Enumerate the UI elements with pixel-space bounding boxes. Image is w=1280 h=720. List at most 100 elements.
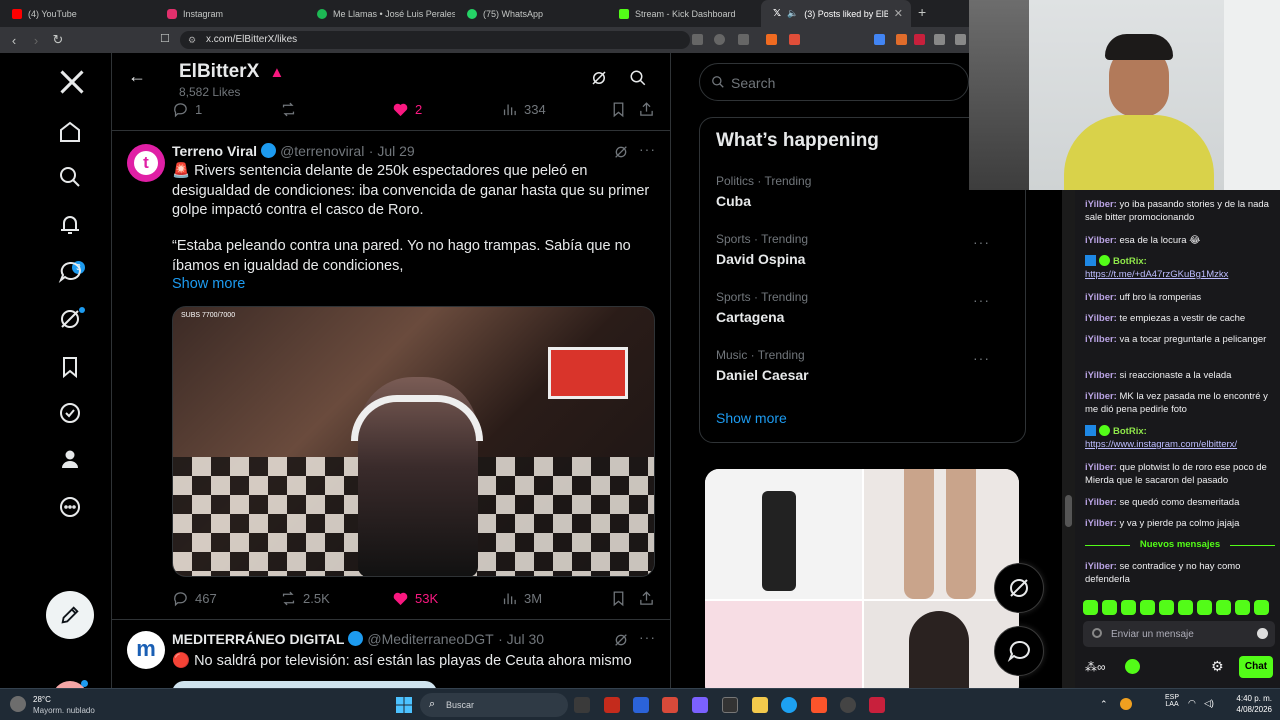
show-more-link[interactable]: Show more: [716, 410, 787, 426]
search-input[interactable]: Search: [699, 63, 969, 101]
emote-icon[interactable]: [1083, 600, 1098, 615]
views-button[interactable]: 3M: [501, 590, 542, 607]
close-tab-icon[interactable]: ✕: [894, 7, 911, 20]
brave-shield-icon[interactable]: [766, 34, 777, 45]
reply-button[interactable]: 467: [172, 590, 217, 607]
author-name[interactable]: Terreno Viral: [172, 143, 257, 159]
trend-item[interactable]: Music · Trending Daniel Caesar ···: [716, 348, 1006, 383]
tab-whatsapp[interactable]: (75) WhatsApp: [455, 0, 607, 27]
back-arrow-icon[interactable]: ←: [128, 66, 146, 87]
grok-floating-button[interactable]: [994, 563, 1044, 613]
post-button[interactable]: [46, 591, 94, 639]
tweet-image-preview[interactable]: [172, 681, 437, 688]
clock[interactable]: 4:40 p. m. 4/08/2026: [1228, 694, 1272, 714]
media-icon[interactable]: [955, 34, 966, 45]
emoji-icon[interactable]: [1257, 628, 1268, 639]
cast-icon[interactable]: [738, 34, 749, 45]
grok-icon[interactable]: [613, 632, 629, 648]
language-indicator[interactable]: ESP LAA: [1165, 694, 1179, 708]
copilot-icon[interactable]: [692, 697, 708, 713]
tray-app-icon[interactable]: [1120, 698, 1132, 710]
share-button[interactable]: [638, 101, 655, 118]
share-button[interactable]: [638, 590, 655, 607]
emote-icon[interactable]: [1235, 600, 1250, 615]
bookmark-button[interactable]: [610, 590, 627, 607]
tweet-date[interactable]: · Jul 30: [498, 631, 544, 647]
settings-gear-icon[interactable]: ⚙: [1211, 658, 1224, 675]
tweet-video[interactable]: SUBS 7700/7000: [172, 306, 655, 577]
search-icon[interactable]: [629, 69, 647, 87]
send-chat-button[interactable]: Chat: [1239, 656, 1273, 678]
forward-icon[interactable]: ›: [25, 33, 47, 48]
tab-kick[interactable]: Stream - Kick Dashboard: [607, 0, 759, 27]
more-options-icon[interactable]: ···: [973, 292, 990, 308]
scrollbar[interactable]: [1062, 190, 1075, 688]
url-input[interactable]: ⚙ x.com/ElBitterX/likes: [180, 31, 690, 49]
more-options-icon[interactable]: ···: [639, 629, 656, 645]
author-handle[interactable]: @MediterraneoDGT: [367, 631, 493, 647]
app-icon[interactable]: [662, 697, 678, 713]
repost-button[interactable]: 2.5K: [280, 590, 330, 607]
bookmarks-icon[interactable]: [58, 355, 82, 379]
verified-icon[interactable]: [58, 401, 82, 425]
trend-item[interactable]: Politics · Trending Cuba: [716, 174, 1006, 209]
taskbar-search[interactable]: ⌕ Buscar: [420, 693, 568, 717]
tray-chevron-icon[interactable]: ⌃: [1100, 699, 1108, 710]
new-tab-button[interactable]: +: [918, 4, 926, 20]
task-view-icon[interactable]: [574, 697, 590, 713]
trend-item[interactable]: Sports · Trending Cartagena ···: [716, 290, 1006, 325]
emote-icon[interactable]: [1254, 600, 1269, 615]
chat-message-input[interactable]: Enviar un mensaje: [1083, 621, 1275, 647]
bookmark-icon[interactable]: ☐: [160, 32, 170, 45]
tweet-date[interactable]: · Jul 29: [369, 143, 415, 159]
repost-button[interactable]: [280, 101, 297, 118]
author-avatar[interactable]: t: [127, 144, 165, 182]
emote-icon[interactable]: [1121, 600, 1136, 615]
profile-icon[interactable]: [58, 447, 82, 471]
power-app-icon[interactable]: [604, 697, 620, 713]
emote-icon[interactable]: [1140, 600, 1155, 615]
reload-icon[interactable]: ↻: [47, 32, 69, 48]
author-avatar[interactable]: m: [127, 631, 165, 669]
more-options-icon[interactable]: ···: [973, 350, 990, 366]
windows-start-icon[interactable]: [396, 697, 412, 713]
author-handle[interactable]: @terrenoviral: [280, 143, 364, 159]
chat-link[interactable]: https://www.instagram.com/elbitterx/: [1085, 439, 1237, 450]
edge-icon[interactable]: [781, 697, 797, 713]
search-icon[interactable]: [58, 165, 82, 189]
show-more-link[interactable]: Show more: [172, 276, 245, 292]
tab-spotify[interactable]: Me Llamas • José Luis Perales: [305, 0, 455, 27]
ad-image-grid[interactable]: [705, 469, 1019, 699]
translate-icon[interactable]: [692, 34, 703, 45]
volume-icon[interactable]: ◁): [1204, 698, 1214, 709]
app-icon[interactable]: [869, 697, 885, 713]
obs-icon[interactable]: [840, 697, 856, 713]
tab-instagram[interactable]: Instagram: [155, 0, 305, 27]
bookmark-button[interactable]: [610, 101, 627, 118]
like-button[interactable]: 2: [392, 101, 422, 118]
trend-item[interactable]: Sports · Trending David Ospina ···: [716, 232, 1006, 267]
brave-browser-icon[interactable]: [811, 697, 827, 713]
more-options-icon[interactable]: ···: [639, 141, 656, 157]
zoom-icon[interactable]: [714, 34, 725, 45]
home-icon[interactable]: [58, 120, 82, 144]
points-icon[interactable]: ⁂∞: [1085, 660, 1106, 674]
like-button[interactable]: 53K: [392, 590, 438, 607]
rewards-icon[interactable]: [789, 34, 800, 45]
new-messages-divider[interactable]: Nuevos mensajes: [1085, 539, 1275, 550]
site-info-icon[interactable]: ⚙: [188, 31, 196, 49]
grok-icon[interactable]: [613, 144, 629, 160]
extensions-puzzle-icon[interactable]: [934, 34, 945, 45]
extension-translate-icon[interactable]: [874, 34, 885, 45]
messages-icon[interactable]: [58, 260, 82, 284]
reply-button[interactable]: 1: [172, 101, 202, 118]
tab-x-likes[interactable]: 𝕏 🔈 (3) Posts liked by ElBitterX ✕: [761, 0, 911, 27]
views-button[interactable]: 334: [501, 101, 546, 118]
back-icon[interactable]: ‹: [3, 33, 25, 48]
emote-icon[interactable]: [1159, 600, 1174, 615]
tab-youtube[interactable]: (4) YouTube: [0, 0, 155, 27]
emote-icon[interactable]: [1197, 600, 1212, 615]
messages-floating-button[interactable]: [994, 626, 1044, 676]
emote-icon[interactable]: [1102, 600, 1117, 615]
extension-icon[interactable]: [914, 34, 925, 45]
